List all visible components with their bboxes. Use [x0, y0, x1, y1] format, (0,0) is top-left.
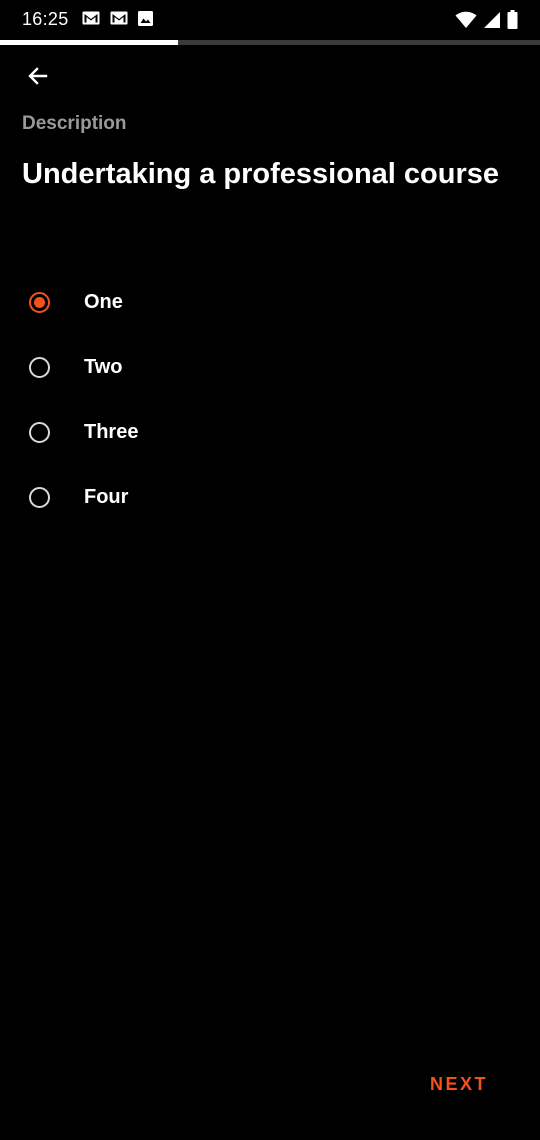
- system-icons: [455, 10, 518, 34]
- gmail-icon: [110, 11, 128, 31]
- next-button[interactable]: NEXT: [430, 1074, 488, 1095]
- radio-label: Two: [84, 356, 123, 378]
- question-title: Undertaking a professional course: [22, 158, 500, 190]
- gmail-icon: [82, 11, 100, 31]
- radio-label: One: [84, 291, 123, 313]
- radio-button[interactable]: [29, 292, 50, 313]
- radio-label: Three: [84, 421, 139, 443]
- progress-bar: [0, 40, 540, 45]
- radio-option-two[interactable]: Two: [0, 335, 540, 400]
- notification-icons: [82, 11, 153, 31]
- radio-option-four[interactable]: Four: [0, 465, 540, 530]
- radio-option-one[interactable]: One: [0, 270, 540, 335]
- radio-button[interactable]: [29, 487, 50, 508]
- progress-fill: [0, 40, 179, 45]
- status-time: 16:25: [22, 9, 69, 29]
- cellular-signal-icon: [483, 11, 501, 34]
- radio-selected-dot: [34, 297, 45, 308]
- arrow-back-icon: [26, 64, 50, 93]
- back-button[interactable]: [18, 58, 58, 98]
- radio-button[interactable]: [29, 422, 50, 443]
- radio-button[interactable]: [29, 357, 50, 378]
- radio-group: One Two Three Four: [0, 270, 540, 530]
- radio-option-three[interactable]: Three: [0, 400, 540, 465]
- battery-icon: [507, 10, 518, 34]
- question-category: Description: [22, 113, 127, 134]
- wifi-icon: [455, 11, 477, 34]
- status-bar: 16:25: [0, 0, 540, 40]
- radio-label: Four: [84, 486, 129, 508]
- image-icon: [138, 11, 153, 31]
